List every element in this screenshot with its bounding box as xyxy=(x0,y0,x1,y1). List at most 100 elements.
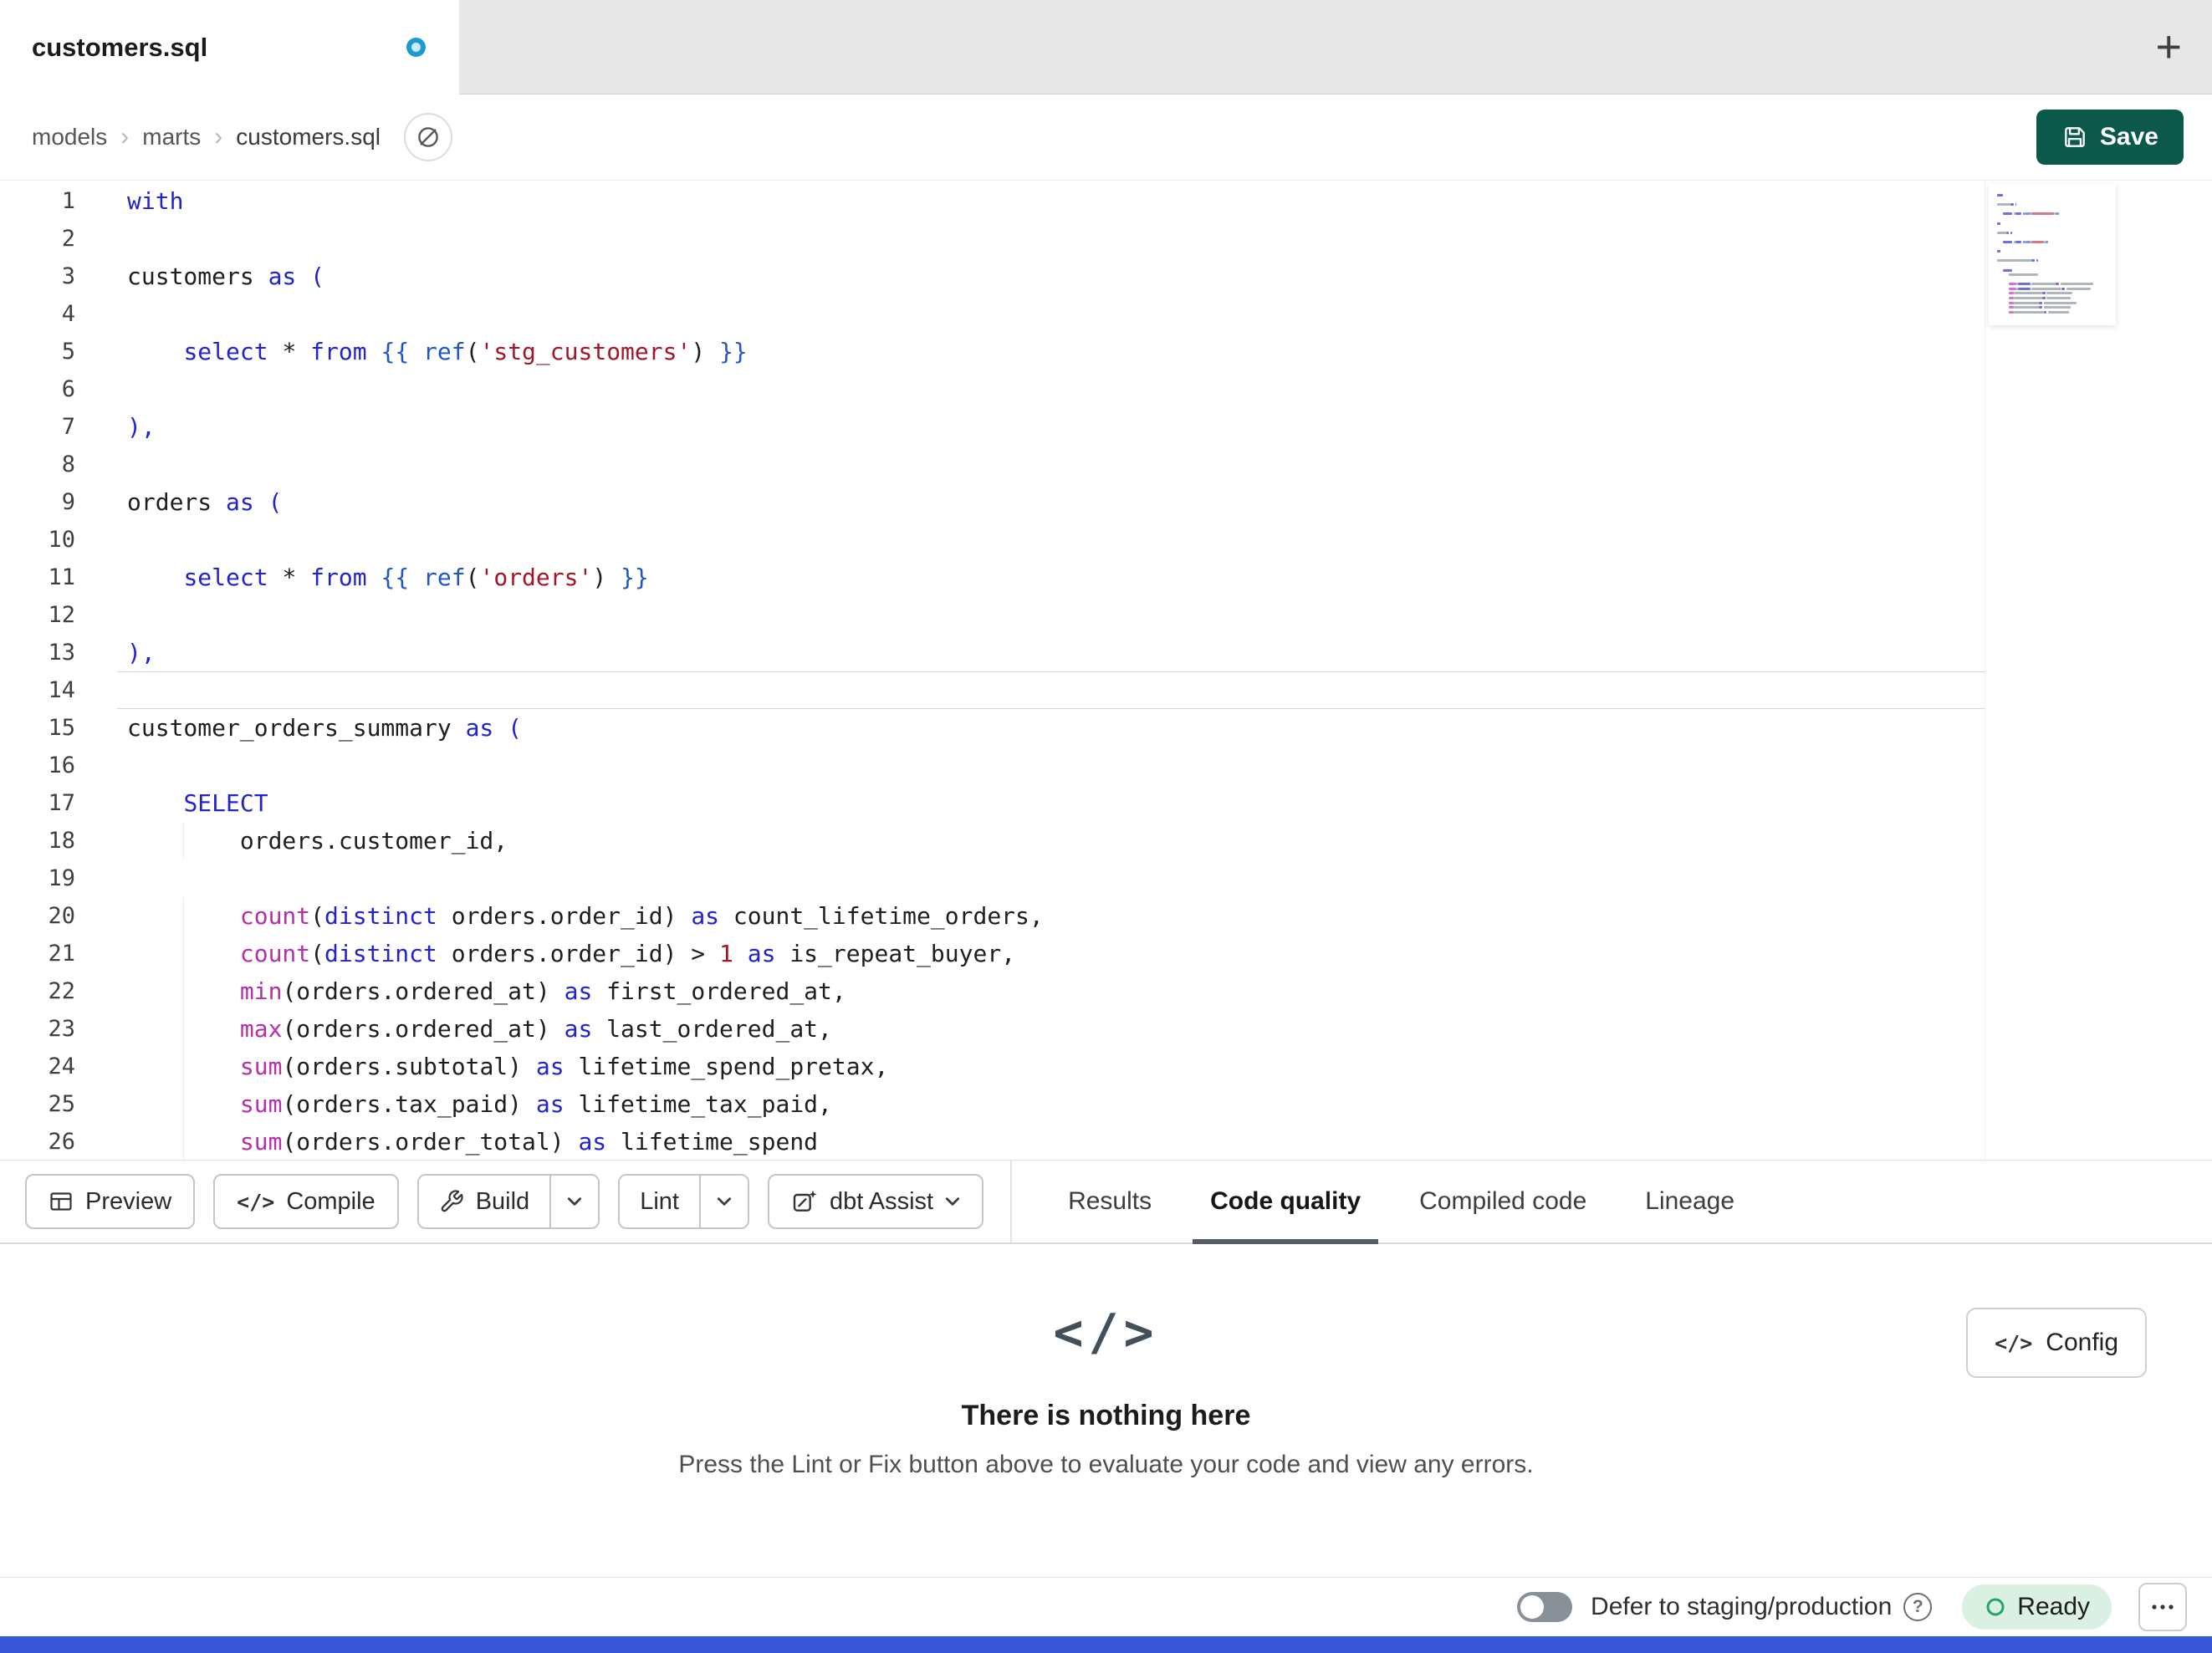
unsaved-changes-dot xyxy=(406,38,426,57)
lint-dropdown-button[interactable] xyxy=(698,1176,748,1227)
ready-label: Ready xyxy=(2017,1593,2090,1620)
breadcrumb-separator: › xyxy=(214,123,223,151)
assist-sparkle-icon xyxy=(793,1190,817,1212)
code-line-row: 14 xyxy=(0,671,1985,709)
line-number: 9 xyxy=(61,489,75,515)
code-lines: 1 with 2 3 customers as (4 5 select * from {{… xyxy=(0,181,1985,1160)
code-line-row: 11 select * from {{ ref('orders') }} xyxy=(0,559,1985,596)
build-dropdown-button[interactable] xyxy=(549,1176,599,1227)
file-state-button[interactable] xyxy=(403,113,452,161)
defer-label: Defer to staging/production xyxy=(1591,1593,1893,1620)
code-line-row: 12 xyxy=(0,596,1985,634)
compile-button[interactable]: </> Compile xyxy=(213,1174,399,1229)
breadcrumb-separator: › xyxy=(120,123,130,151)
code-line[interactable] xyxy=(117,295,1985,333)
tab-title: customers.sql xyxy=(32,32,208,62)
code-line[interactable]: orders.customer_id, xyxy=(117,822,1985,860)
line-number: 4 xyxy=(61,301,75,327)
help-icon[interactable]: ? xyxy=(1903,1593,1933,1621)
code-line[interactable] xyxy=(117,671,1985,709)
code-line[interactable] xyxy=(117,747,1985,784)
code-line[interactable]: count(distinct orders.order_id) > 1 as i… xyxy=(117,935,1985,972)
code-line[interactable] xyxy=(117,860,1985,897)
code-line[interactable]: sum(orders.tax_paid) as lifetime_tax_pai… xyxy=(117,1085,1985,1123)
assist-label: dbt Assist xyxy=(829,1187,934,1215)
tab-compiled-code[interactable]: Compiled code xyxy=(1390,1161,1616,1242)
line-number: 25 xyxy=(48,1091,75,1117)
empty-state-subtitle: Press the Lint or Fix button above to ev… xyxy=(678,1451,1534,1478)
code-line[interactable]: SELECT xyxy=(117,784,1985,822)
tab-customers-sql[interactable]: customers.sql xyxy=(0,0,459,94)
line-number: 7 xyxy=(61,414,75,440)
code-line-row: 22 min(orders.ordered_at) as first_order… xyxy=(0,972,1985,1010)
compile-label: Compile xyxy=(286,1187,375,1215)
status-ring-icon xyxy=(1986,1598,2005,1616)
code-line[interactable]: select * from {{ ref('stg_customers') }} xyxy=(117,333,1985,370)
editor-tab-bar: customers.sql + xyxy=(0,0,2212,94)
code-line-row: 5 select * from {{ ref('stg_customers') … xyxy=(0,333,1985,370)
build-button-group: Build xyxy=(416,1174,600,1229)
defer-toggle[interactable] xyxy=(1517,1592,1573,1622)
line-number: 10 xyxy=(48,527,75,553)
bottom-accent-strip xyxy=(0,1636,2212,1653)
line-number: 18 xyxy=(48,828,75,854)
line-number: 20 xyxy=(48,903,75,929)
line-number: 14 xyxy=(48,677,75,703)
chevron-down-icon xyxy=(717,1197,732,1206)
ellipsis-icon xyxy=(2152,1605,2174,1610)
code-line[interactable]: ), xyxy=(117,634,1985,671)
code-line[interactable]: max(orders.ordered_at) as last_ordered_a… xyxy=(117,1010,1985,1048)
lint-button[interactable]: Lint xyxy=(620,1176,699,1227)
code-editor[interactable]: 1 with 2 3 customers as (4 5 select * from {{… xyxy=(0,181,2212,1160)
dbt-assist-button[interactable]: dbt Assist xyxy=(767,1174,984,1229)
code-quality-panel: </> Config </> There is nothing here Pre… xyxy=(0,1244,2212,1577)
new-tab-button[interactable]: + xyxy=(2155,24,2182,69)
chevron-down-icon xyxy=(568,1197,582,1206)
line-number: 3 xyxy=(61,263,75,289)
code-line[interactable]: count(distinct orders.order_id) as count… xyxy=(117,897,1985,935)
code-line-row: 9 orders as ( xyxy=(0,483,1985,521)
code-line[interactable] xyxy=(117,446,1985,483)
code-line[interactable]: customers as ( xyxy=(117,258,1985,295)
breadcrumb-models[interactable]: models xyxy=(32,124,107,151)
code-line[interactable]: customer_orders_summary as ( xyxy=(117,709,1985,747)
code-line-row: 6 xyxy=(0,370,1985,408)
breadcrumb-customers-sql[interactable]: customers.sql xyxy=(236,124,381,151)
code-line[interactable] xyxy=(117,370,1985,408)
code-line[interactable] xyxy=(117,596,1985,634)
save-floppy-icon xyxy=(2065,127,2085,147)
code-line[interactable] xyxy=(117,220,1985,258)
line-number: 12 xyxy=(48,602,75,628)
panel-tabs: Results Code quality Compiled code Linea… xyxy=(1039,1161,1764,1244)
code-line-row: 1 with xyxy=(0,182,1985,220)
overflow-menu-button[interactable] xyxy=(2138,1583,2187,1631)
status-ready-badge[interactable]: Ready xyxy=(1962,1584,2112,1630)
code-line[interactable]: with xyxy=(117,182,1985,220)
line-number: 23 xyxy=(48,1016,75,1042)
breadcrumb-marts[interactable]: marts xyxy=(142,124,201,151)
code-line[interactable] xyxy=(117,521,1985,559)
tab-results[interactable]: Results xyxy=(1039,1161,1181,1242)
tab-lineage[interactable]: Lineage xyxy=(1616,1161,1764,1242)
code-line[interactable]: select * from {{ ref('orders') }} xyxy=(117,559,1985,596)
code-line[interactable]: sum(orders.order_total) as lifetime_spen… xyxy=(117,1123,1985,1160)
code-line[interactable]: min(orders.ordered_at) as first_ordered_… xyxy=(117,972,1985,1010)
code-line[interactable]: ), xyxy=(117,408,1985,446)
preview-button[interactable]: Preview xyxy=(25,1174,196,1229)
code-line[interactable]: orders as ( xyxy=(117,483,1985,521)
code-line-row: 16 xyxy=(0,747,1985,784)
minimap[interactable] xyxy=(1989,184,2116,326)
preview-label: Preview xyxy=(85,1187,172,1215)
action-toolbar: Preview </> Compile Build Lint dbt Assis… xyxy=(0,1160,2212,1244)
status-bar: Defer to staging/production ? Ready xyxy=(0,1577,2212,1636)
code-line[interactable]: sum(orders.subtotal) as lifetime_spend_p… xyxy=(117,1048,1985,1085)
save-button[interactable]: Save xyxy=(2036,110,2184,165)
build-button[interactable]: Build xyxy=(418,1176,550,1227)
code-line-row: 20 count(distinct orders.order_id) as co… xyxy=(0,897,1985,935)
tab-code-quality[interactable]: Code quality xyxy=(1181,1161,1390,1244)
line-number: 2 xyxy=(61,226,75,252)
code-line-row: 24 sum(orders.subtotal) as lifetime_spen… xyxy=(0,1048,1985,1085)
code-line-row: 23 max(orders.ordered_at) as last_ordere… xyxy=(0,1010,1985,1048)
code-line-row: 4 xyxy=(0,295,1985,333)
code-icon: </> xyxy=(237,1189,275,1214)
